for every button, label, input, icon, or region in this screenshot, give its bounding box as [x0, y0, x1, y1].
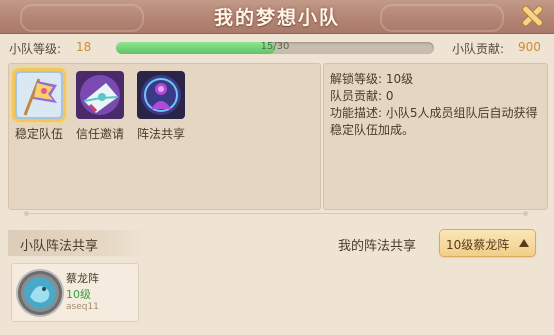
- member-contribution-text: 队员贡献: 0: [330, 89, 394, 103]
- skill-name: 稳定队伍: [14, 127, 63, 141]
- member-formation-level: 10级: [66, 288, 91, 301]
- section-title: 小队阵法共享: [20, 239, 99, 254]
- team-exp-bar: 15/30: [116, 42, 434, 54]
- skill-name: 阵法共享: [136, 127, 185, 141]
- team-contribution-label: 小队贡献:: [452, 42, 505, 56]
- skill-name: 信任邀请: [75, 127, 124, 141]
- team-level-label: 小队等级:: [9, 42, 62, 56]
- team-level-value: 18: [76, 40, 92, 54]
- member-formation-card[interactable]: 蔡龙阵 10级 aseq11: [11, 263, 139, 322]
- section-header: 小队阵法共享: [8, 230, 148, 256]
- triangle-up-icon: [519, 239, 529, 247]
- page-title: 我的梦想小队: [213, 7, 340, 29]
- formation-icon: [137, 71, 185, 119]
- team-contribution-value: 900: [518, 40, 541, 54]
- skill-formation-share[interactable]: 阵法共享: [132, 71, 190, 142]
- formation-select-label: 10级蔡龙阵: [446, 238, 510, 252]
- divider: [24, 211, 528, 216]
- member-player-name: aseq11: [66, 302, 99, 312]
- skill-description-text: 功能描述: 小队5人成员组队后自动获得稳定队伍加成。: [330, 106, 538, 137]
- formation-select-button[interactable]: 10级蔡龙阵: [440, 230, 535, 256]
- team-panel: 我的梦想小队 小队等级: 18 15/30 小队贡献: 900 稳定队伍 信任邀…: [0, 0, 554, 335]
- skill-info-panel: 解锁等级: 10级 队员贡献: 0 功能描述: 小队5人成员组队后自动获得稳定队…: [323, 63, 548, 210]
- flag-icon: [15, 71, 63, 119]
- member-formation-name: 蔡龙阵: [66, 272, 99, 285]
- letter-icon: [76, 71, 124, 119]
- skill-list: 稳定队伍 信任邀请 阵法共享: [8, 63, 321, 210]
- unlock-level-text: 解锁等级: 10级: [330, 72, 414, 86]
- close-icon[interactable]: [519, 3, 545, 29]
- team-exp-text: 15/30: [260, 42, 290, 52]
- skill-trust-invite[interactable]: 信任邀请: [71, 71, 129, 142]
- avatar: [18, 271, 62, 315]
- skill-stable-team[interactable]: 稳定队伍: [10, 71, 68, 142]
- team-stats-row: 小队等级: 18 15/30 小队贡献: 900: [0, 40, 554, 56]
- title-bar: 我的梦想小队: [0, 0, 554, 34]
- my-formation-label: 我的阵法共享: [338, 239, 417, 254]
